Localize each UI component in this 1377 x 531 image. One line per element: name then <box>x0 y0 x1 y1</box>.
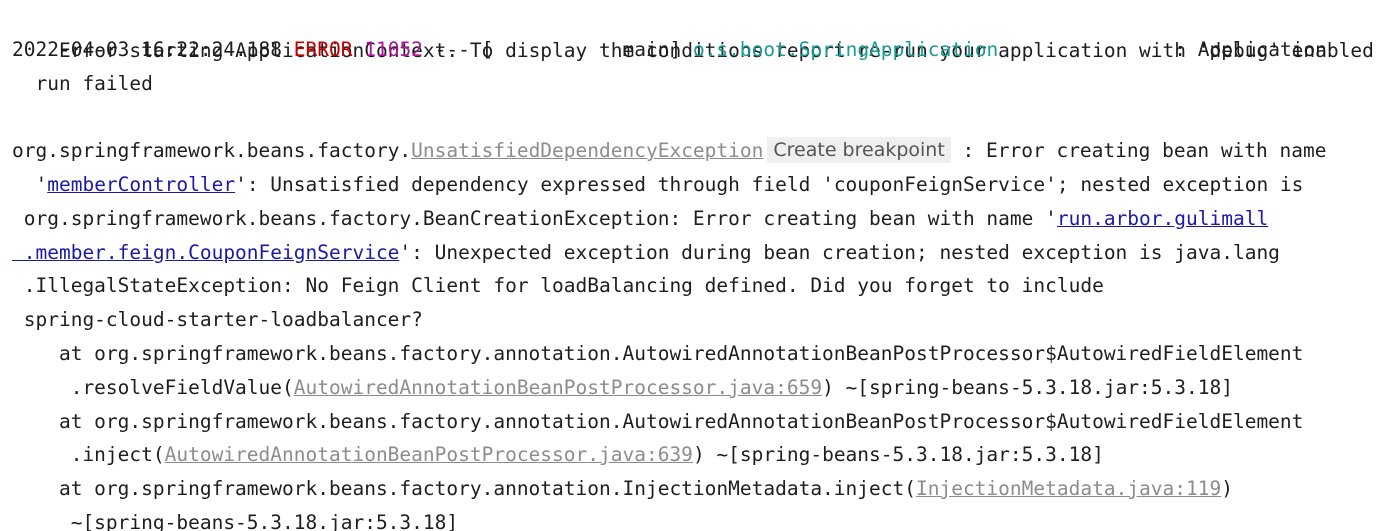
log-line-exception-detail-1: 'memberController': Unsatisfied dependen… <box>12 173 1304 196</box>
log-thread: --- [ main] <box>422 38 693 61</box>
run-failed-text: run failed <box>12 72 153 95</box>
log-pid: 11052 <box>364 38 423 61</box>
stack-frame-3-cont: ~[spring-beans-5.3.18.jar:5.3.18] <box>12 511 459 531</box>
log-message: : Application <box>998 38 1327 61</box>
exception-class-link[interactable]: UnsatisfiedDependencyException <box>411 139 763 162</box>
console-output: Error starting ApplicationContext. To di… <box>0 0 1377 531</box>
exception-message: : Error creating bean with name <box>950 139 1327 162</box>
log-line-exception-detail-4: .IllegalStateException: No Feign Client … <box>12 274 1104 297</box>
log-line-exception-detail-2: org.springframework.beans.factory.BeanCr… <box>12 207 1269 230</box>
log-line-exception-detail-3: .member.feign.CouponFeignService': Unexp… <box>12 241 1280 264</box>
log-line-application-run-failed: 2022-04-03 16:22:24.188 ERROR 11052 --- … <box>12 33 1327 67</box>
log-line-exception-detail-5: spring-cloud-starter-loadbalancer? <box>12 308 423 331</box>
log-logger-name: o.s.boot.SpringApplication <box>692 38 999 61</box>
log-line-context-error: Error starting ApplicationContext. To di… <box>12 0 1377 62</box>
stack-frame-2: at org.springframework.beans.factory.ann… <box>12 410 1304 433</box>
log-timestamp: 2022-04-03 16:22:24.188 <box>12 38 294 61</box>
stack-frame-2-cont: .inject(AutowiredAnnotationBeanPostProce… <box>12 443 1104 466</box>
stack-frame-1-cont: .resolveFieldValue(AutowiredAnnotationBe… <box>12 376 1233 399</box>
source-link-autowired-639[interactable]: AutowiredAnnotationBeanPostProcessor.jav… <box>165 443 693 466</box>
exception-package: org.springframework.beans.factory. <box>12 139 412 162</box>
source-link-injection-119[interactable]: InjectionMetadata.java:119 <box>916 477 1221 500</box>
bean-coupon-feign-service-link-part2[interactable]: .member.feign.CouponFeignService <box>12 241 400 264</box>
log-level-error: ERROR <box>293 38 353 61</box>
stack-frame-3: at org.springframework.beans.factory.ann… <box>12 477 1233 500</box>
log-line-exception-header: org.springframework.beans.factory.Unsati… <box>12 134 1326 168</box>
log-line-run-failed: run failed <box>12 67 153 101</box>
bean-coupon-feign-service-link-part1[interactable]: run.arbor.gulimall <box>1057 207 1268 230</box>
bean-member-controller-link[interactable]: memberController <box>47 173 235 196</box>
create-breakpoint-button[interactable]: Create breakpoint <box>767 137 951 163</box>
stack-frame-1: at org.springframework.beans.factory.ann… <box>12 342 1304 365</box>
source-link-autowired-659[interactable]: AutowiredAnnotationBeanPostProcessor.jav… <box>294 376 822 399</box>
